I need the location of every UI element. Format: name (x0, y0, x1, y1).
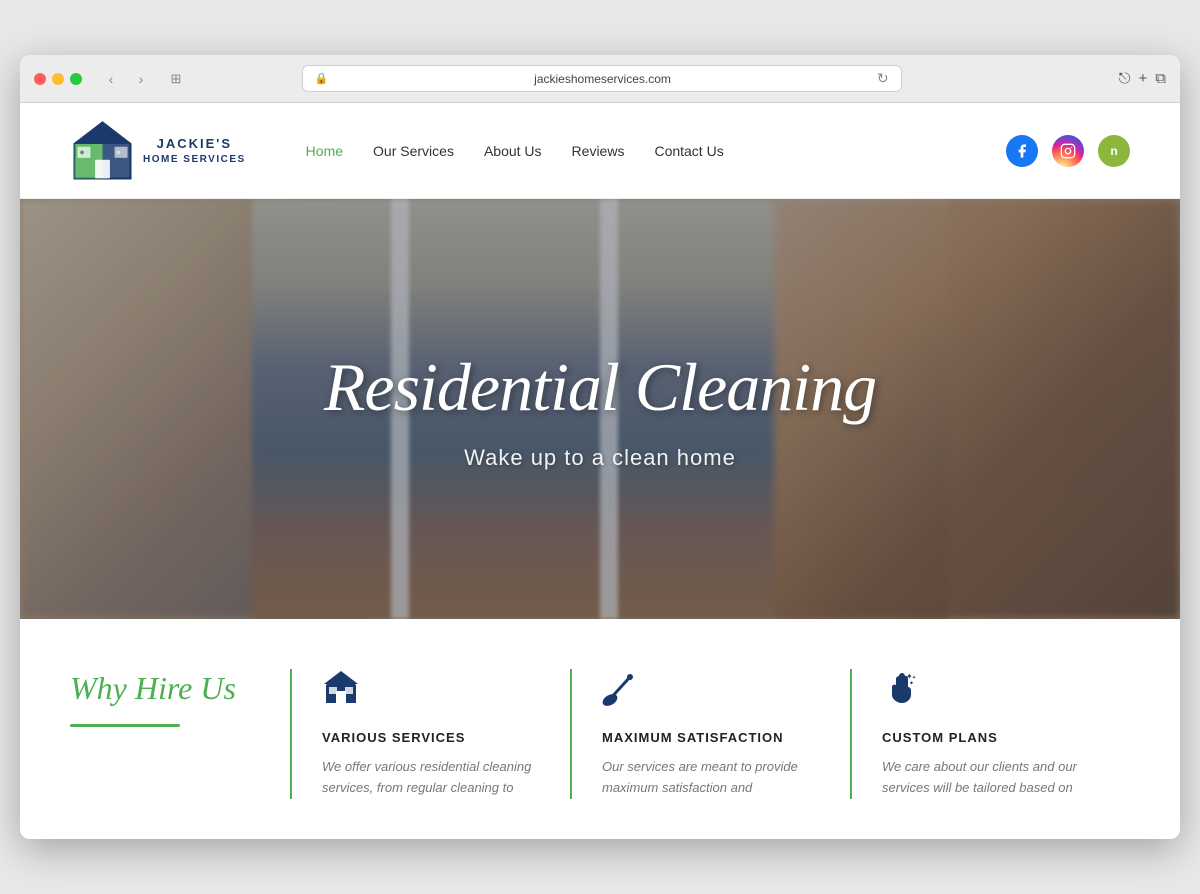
hero-section: Residential Cleaning Wake up to a clean … (20, 199, 1180, 619)
new-tab-icon[interactable]: + (1139, 70, 1148, 87)
logo-image (70, 118, 135, 183)
browser-window: ‹ › ⊞ 🔒 jackieshomeservices.com ↻ ⎋ + ⧉ (20, 55, 1180, 839)
svg-text:✦: ✦ (909, 680, 914, 687)
back-button[interactable]: ‹ (98, 69, 124, 89)
why-left-panel: Why Hire Us (70, 669, 290, 799)
card-3-text: We care about our clients and our servic… (882, 757, 1100, 799)
window-icon: ⊞ (164, 69, 188, 89)
nav-our-services[interactable]: Our Services (373, 143, 454, 159)
nav-contact-us[interactable]: Contact Us (654, 143, 723, 159)
nav-home[interactable]: Home (306, 143, 343, 159)
refresh-icon[interactable]: ↻ (877, 70, 889, 87)
address-bar[interactable]: 🔒 jackieshomeservices.com ↻ (302, 65, 902, 92)
card-1-title: VARIOUS SERVICES (322, 730, 540, 745)
social-icons: n (1006, 135, 1130, 167)
traffic-light-green[interactable] (70, 73, 82, 85)
logo-area: JACKIE'S HOME SERVICES (70, 118, 246, 183)
instagram-icon[interactable] (1052, 135, 1084, 167)
tabs-icon[interactable]: ⧉ (1155, 70, 1166, 87)
traffic-lights (34, 73, 82, 85)
card-2-title: MAXIMUM SATISFACTION (602, 730, 820, 745)
lock-icon: 🔒 (315, 72, 329, 85)
website-content: JACKIE'S HOME SERVICES Home Our Services… (20, 103, 1180, 839)
nav-about-us[interactable]: About Us (484, 143, 542, 159)
browser-chrome: ‹ › ⊞ 🔒 jackieshomeservices.com ↻ ⎋ + ⧉ (20, 55, 1180, 103)
nav-reviews[interactable]: Reviews (572, 143, 625, 159)
broom-icon (602, 669, 820, 716)
hero-content: Residential Cleaning Wake up to a clean … (20, 199, 1180, 619)
card-2-text: Our services are meant to provide maximu… (602, 757, 820, 799)
nextdoor-icon[interactable]: n (1098, 135, 1130, 167)
why-section-title: Why Hire Us (70, 669, 260, 707)
why-card-max-satisfaction: MAXIMUM SATISFACTION Our services are me… (570, 669, 850, 799)
url-text: jackieshomeservices.com (334, 72, 871, 86)
main-navigation: Home Our Services About Us Reviews Conta… (306, 143, 976, 159)
hero-subtitle: Wake up to a clean home (464, 445, 736, 471)
forward-button[interactable]: › (128, 69, 154, 89)
logo-brand-name: JACKIE'S HOME SERVICES (143, 136, 246, 166)
browser-actions: ⎋ + ⧉ (1119, 70, 1166, 87)
traffic-light-yellow[interactable] (52, 73, 64, 85)
site-header: JACKIE'S HOME SERVICES Home Our Services… (20, 103, 1180, 199)
card-1-text: We offer various residential cleaning se… (322, 757, 540, 799)
why-card-custom-plans: ✦ ✦ ✦ CUSTOM PLANS We care about our cli… (850, 669, 1130, 799)
why-cards-container: VARIOUS SERVICES We offer various reside… (290, 669, 1130, 799)
share-icon[interactable]: ⎋ (1119, 70, 1131, 87)
traffic-light-red[interactable] (34, 73, 46, 85)
facebook-icon[interactable] (1006, 135, 1038, 167)
svg-text:✦: ✦ (912, 675, 916, 681)
why-title-underline (70, 724, 180, 727)
card-3-title: CUSTOM PLANS (882, 730, 1100, 745)
house-services-icon (322, 669, 540, 716)
hand-sparkle-icon: ✦ ✦ ✦ (882, 669, 1100, 716)
why-card-various-services: VARIOUS SERVICES We offer various reside… (290, 669, 570, 799)
why-hire-us-section: Why Hire Us VARIOUS SERVI (20, 619, 1180, 839)
browser-controls: ‹ › (98, 69, 154, 89)
logo-text-block: JACKIE'S HOME SERVICES (143, 136, 246, 166)
hero-title: Residential Cleaning (324, 348, 876, 427)
